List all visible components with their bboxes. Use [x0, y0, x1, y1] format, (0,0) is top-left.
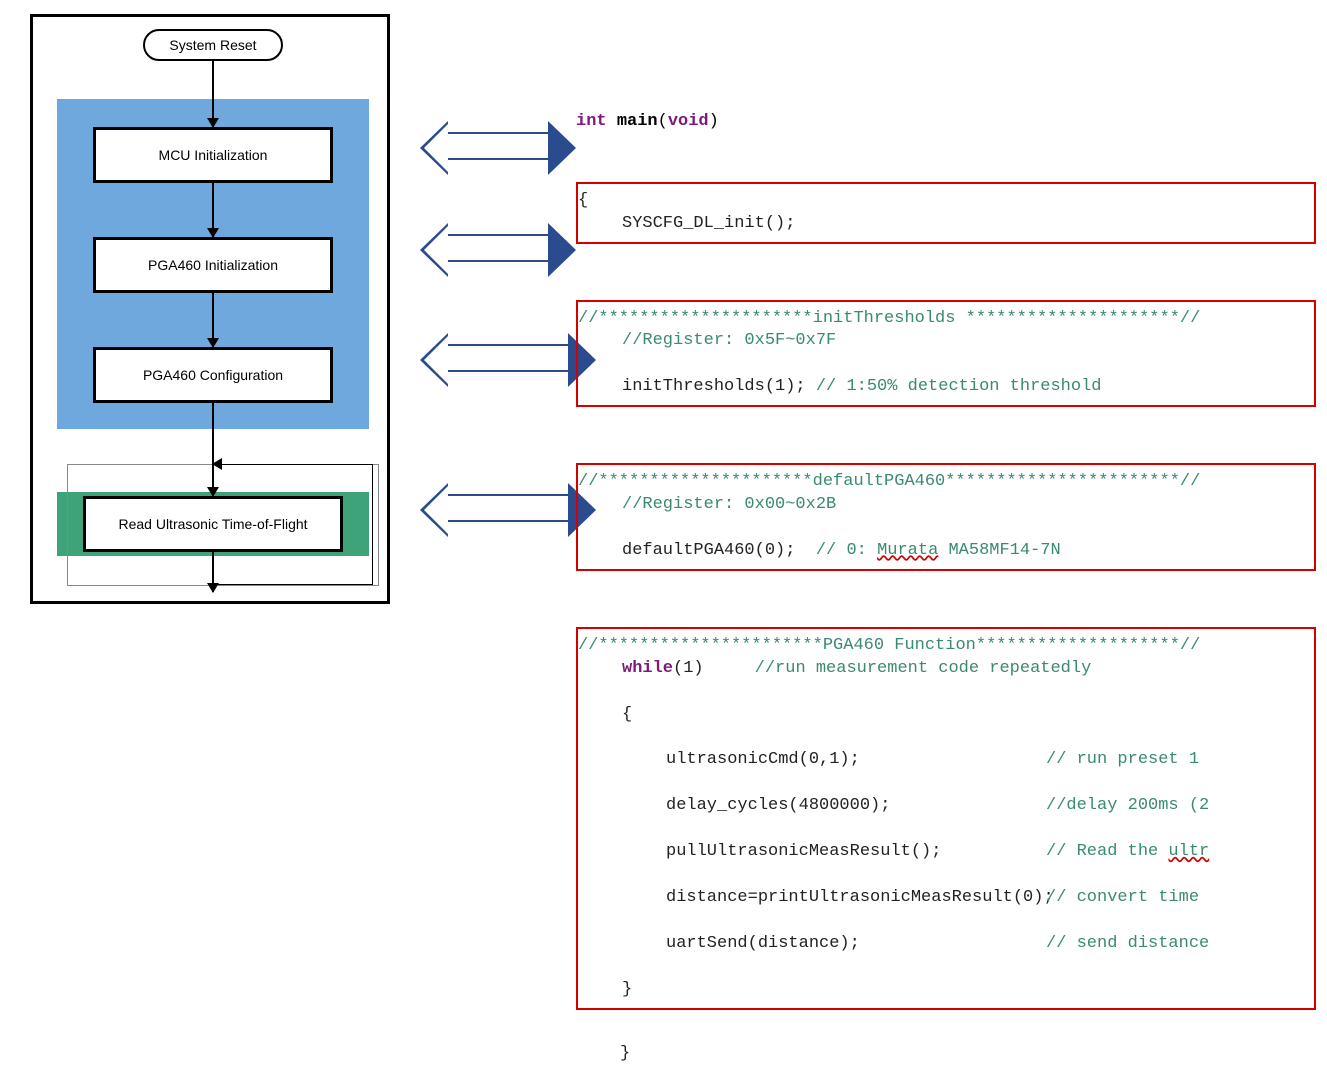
brace-close: }: [576, 1044, 630, 1063]
code-line: uartSend(distance);// send distance: [578, 933, 1302, 956]
flowchart-panel: System Reset MCU Initialization PGA460 I…: [30, 14, 390, 604]
code-line: pullUltrasonicMeasResult();// Read the u…: [578, 841, 1302, 864]
loop-back-line: [212, 584, 373, 585]
step-pga460-init: PGA460 Initialization: [93, 237, 333, 293]
brace-open: {: [578, 704, 1302, 727]
code-line: defaultPGA460(0); // 0: Murata MA58MF14-…: [578, 540, 1302, 563]
code-signature: int main(void): [576, 111, 1316, 134]
code-comment: //*********************defaultPGA460****…: [578, 472, 1200, 491]
fn-main: main: [617, 112, 658, 131]
mapping-arrow-icon: [448, 344, 568, 372]
brace-close: }: [578, 979, 1302, 1002]
code-line: delay_cycles(4800000);//delay 200ms (2: [578, 795, 1302, 818]
code-line: distance=printUltrasonicMeasResult(0);//…: [578, 887, 1302, 910]
code-comment: //Register: 0x00~0x2B: [578, 494, 1302, 517]
code-line: SYSCFG_DL_init();: [578, 213, 1302, 236]
mapping-arrow-icon: [448, 234, 548, 262]
kw-void: void: [668, 112, 709, 131]
arrow-left-icon: [212, 458, 222, 470]
code-block-syscfg: { SYSCFG_DL_init();: [576, 182, 1316, 244]
loop-back-line: [372, 464, 373, 584]
code-line: initThresholds(1); // 1:50% detection th…: [578, 376, 1302, 399]
code-listing: int main(void) { SYSCFG_DL_init(); //***…: [576, 88, 1316, 1066]
code-comment: //*********************initThresholds **…: [578, 309, 1200, 328]
code-comment: //**********************PGA460 Function*…: [578, 636, 1200, 655]
mapping-arrow-icon: [448, 132, 548, 160]
code-block-default: //*********************defaultPGA460****…: [576, 463, 1316, 571]
brace-open: {: [578, 191, 588, 210]
start-node: System Reset: [143, 29, 283, 61]
loop-back-line: [212, 464, 372, 465]
code-comment: //Register: 0x5F~0x7F: [578, 330, 1302, 353]
code-line-while: while(1) //run measurement code repeated…: [578, 658, 1302, 681]
kw-int: int: [576, 112, 607, 131]
arrow-down-icon: [212, 293, 214, 347]
arrow-down-icon: [212, 61, 214, 127]
step-pga460-config: PGA460 Configuration: [93, 347, 333, 403]
code-line: ultrasonicCmd(0,1);// run preset 1: [578, 749, 1302, 772]
code-block-function: //**********************PGA460 Function*…: [576, 627, 1316, 1010]
step-read-tof: Read Ultrasonic Time-of-Flight: [83, 496, 343, 552]
arrow-down-icon: [212, 403, 214, 496]
mapping-arrow-icon: [448, 494, 568, 522]
arrow-down-icon: [212, 552, 214, 592]
step-mcu-init: MCU Initialization: [93, 127, 333, 183]
arrow-down-icon: [212, 183, 214, 237]
code-block-thresholds: //*********************initThresholds **…: [576, 300, 1316, 408]
